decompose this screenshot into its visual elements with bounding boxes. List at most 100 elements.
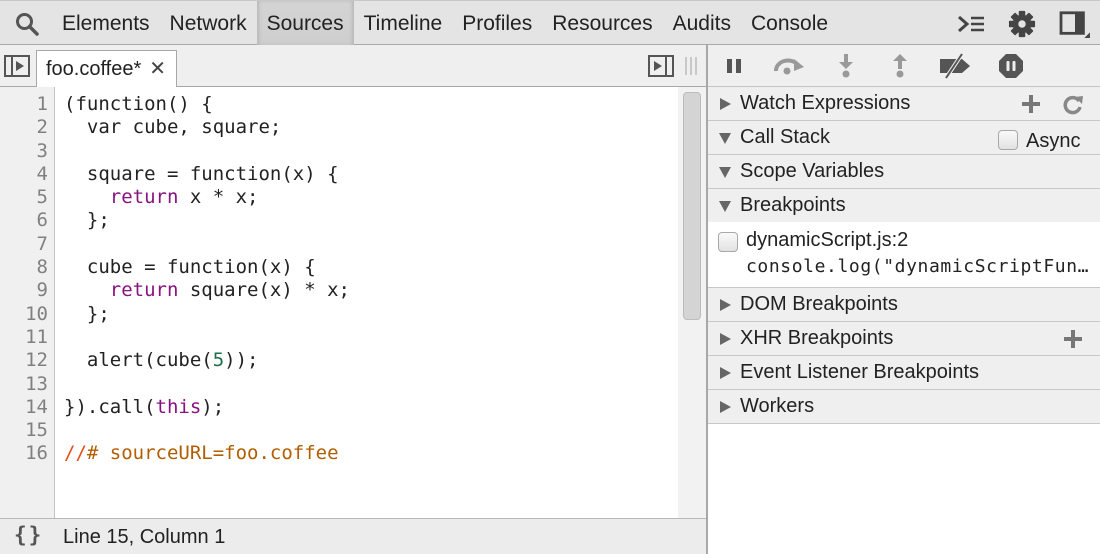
code-line[interactable] <box>64 419 350 442</box>
code-token: ); <box>201 395 225 418</box>
code-line[interactable]: return square(x) * x; <box>64 279 350 302</box>
line-number[interactable]: 1 <box>0 93 55 116</box>
code-token: }; <box>64 209 110 232</box>
file-tab-bar: foo.coffee* ✕ <box>0 45 706 87</box>
line-number[interactable]: 13 <box>0 373 55 396</box>
code-line[interactable]: //# sourceURL=foo.coffee <box>64 442 350 465</box>
code-line[interactable]: }; <box>64 209 350 232</box>
collapse-arrow-icon <box>719 201 731 212</box>
line-number[interactable]: 7 <box>0 233 55 256</box>
line-number[interactable]: 16 <box>0 442 55 465</box>
code-line[interactable]: }).call(this); <box>64 396 350 419</box>
line-number[interactable]: 4 <box>0 163 55 186</box>
file-tab[interactable]: foo.coffee* ✕ <box>36 50 178 87</box>
breakpoint-snippet: console.log("dynamicScriptFun… <box>746 256 1090 277</box>
code-token: x * x; <box>178 186 259 209</box>
code-token: var cube, square; <box>64 116 282 139</box>
breakpoint-item[interactable]: dynamicScript.js:2 console.log("dynamicS… <box>708 222 1100 288</box>
tab-resources[interactable]: Resources <box>542 1 662 45</box>
async-toggle[interactable]: Async <box>998 126 1080 153</box>
pane-xhr-breakpoints[interactable]: XHR Breakpoints <box>708 322 1100 356</box>
tab-elements[interactable]: Elements <box>52 1 160 45</box>
pause-on-exceptions-icon[interactable] <box>998 53 1024 79</box>
code-line[interactable] <box>64 140 350 163</box>
refresh-icon[interactable] <box>1062 93 1084 115</box>
async-checkbox[interactable] <box>998 129 1018 150</box>
code-line[interactable]: cube = function(x) { <box>64 256 350 279</box>
code-content[interactable]: (function() { var cube, square; square =… <box>64 93 350 466</box>
line-number[interactable]: 3 <box>0 140 55 163</box>
code-token: }).call( <box>64 395 156 418</box>
line-number[interactable]: 6 <box>0 209 55 232</box>
line-number[interactable]: 9 <box>0 279 55 302</box>
pane-label: DOM Breakpoints <box>740 293 898 315</box>
tab-timeline[interactable]: Timeline <box>354 1 453 45</box>
code-editor[interactable]: 1 2 3 4 5 6 7 8 9 10 11 12 13 14 15 16 (function() { va… <box>0 87 706 518</box>
line-number[interactable]: 12 <box>0 349 55 372</box>
add-xhr-breakpoint-icon[interactable] <box>1062 328 1084 350</box>
pane-watch-expressions[interactable]: Watch Expressions <box>708 87 1100 121</box>
toggle-navigator-icon[interactable] <box>4 55 30 77</box>
line-number[interactable]: 5 <box>0 186 55 209</box>
editor-status-bar: {} Line 15, Column 1 <box>0 518 706 554</box>
line-number[interactable]: 11 <box>0 326 55 349</box>
pane-call-stack[interactable]: Call Stack Async <box>708 121 1100 155</box>
expand-arrow-icon <box>720 367 731 379</box>
code-line[interactable] <box>64 233 350 256</box>
tab-audits[interactable]: Audits <box>663 1 741 45</box>
scrollbar-thumb[interactable] <box>683 92 701 320</box>
code-line[interactable] <box>64 373 350 396</box>
code-token: cube = function(x) { <box>64 256 316 279</box>
line-number[interactable]: 10 <box>0 303 55 326</box>
code-line[interactable]: square = function(x) { <box>64 163 350 186</box>
step-out-icon[interactable] <box>890 53 910 79</box>
code-token: )); <box>224 349 259 372</box>
code-line[interactable]: }; <box>64 303 350 326</box>
resize-grip-icon[interactable] <box>684 57 698 75</box>
tab-console[interactable]: Console <box>741 1 838 45</box>
step-over-icon[interactable] <box>772 53 806 79</box>
code-line[interactable]: alert(cube(5)); <box>64 349 350 372</box>
deactivate-breakpoints-icon[interactable] <box>938 53 972 79</box>
line-number-gutter[interactable]: 1 2 3 4 5 6 7 8 9 10 11 12 13 14 15 16 <box>0 87 55 518</box>
line-number[interactable]: 2 <box>0 116 55 139</box>
step-into-icon[interactable] <box>836 53 856 79</box>
line-number[interactable]: 14 <box>0 396 55 419</box>
vertical-scrollbar[interactable] <box>678 87 706 518</box>
gear-icon[interactable] <box>1007 10 1037 38</box>
code-line[interactable]: (function() { <box>64 93 350 116</box>
line-number[interactable]: 8 <box>0 256 55 279</box>
pane-workers[interactable]: Workers <box>708 390 1100 424</box>
pause-icon[interactable] <box>724 53 746 79</box>
expand-arrow-icon <box>720 98 731 110</box>
tab-network[interactable]: Network <box>160 1 257 45</box>
panel-tabs: Elements Network Sources Timeline Profil… <box>52 1 838 45</box>
pane-scope-variables[interactable]: Scope Variables <box>708 155 1100 189</box>
console-drawer-icon[interactable] <box>956 10 986 38</box>
close-icon[interactable]: ✕ <box>149 51 166 87</box>
code-line[interactable] <box>64 326 350 349</box>
pane-label: Breakpoints <box>740 194 846 216</box>
breakpoint-checkbox[interactable] <box>718 232 738 252</box>
search-icon[interactable] <box>14 11 40 37</box>
code-token-kw: return <box>109 186 179 209</box>
pane-event-listener-breakpoints[interactable]: Event Listener Breakpoints <box>708 356 1100 390</box>
pane-breakpoints[interactable]: Breakpoints <box>708 189 1100 223</box>
line-number[interactable]: 15 <box>0 419 55 442</box>
code-token: }; <box>64 302 110 325</box>
pane-label: Event Listener Breakpoints <box>740 361 980 383</box>
pretty-print-button[interactable]: {} <box>14 523 43 547</box>
file-tab-label: foo.coffee* <box>46 58 142 80</box>
code-line[interactable]: var cube, square; <box>64 116 350 139</box>
code-token: alert(cube( <box>64 349 213 372</box>
async-label: Async <box>1026 130 1081 152</box>
tab-profiles[interactable]: Profiles <box>452 1 542 45</box>
add-watch-icon[interactable] <box>1020 93 1042 115</box>
code-line[interactable]: return x * x; <box>64 186 350 209</box>
toggle-debugger-icon[interactable] <box>648 55 674 77</box>
pane-dom-breakpoints[interactable]: DOM Breakpoints <box>708 288 1100 322</box>
sources-editor-panel: foo.coffee* ✕ 1 2 3 4 5 6 7 8 9 10 11 12 13 14 15 16 (f… <box>0 45 706 554</box>
tab-sources[interactable]: Sources <box>256 1 354 45</box>
code-token-cm: # sourceURL=foo.coffee <box>86 442 339 465</box>
dock-icon[interactable] <box>1058 10 1092 38</box>
